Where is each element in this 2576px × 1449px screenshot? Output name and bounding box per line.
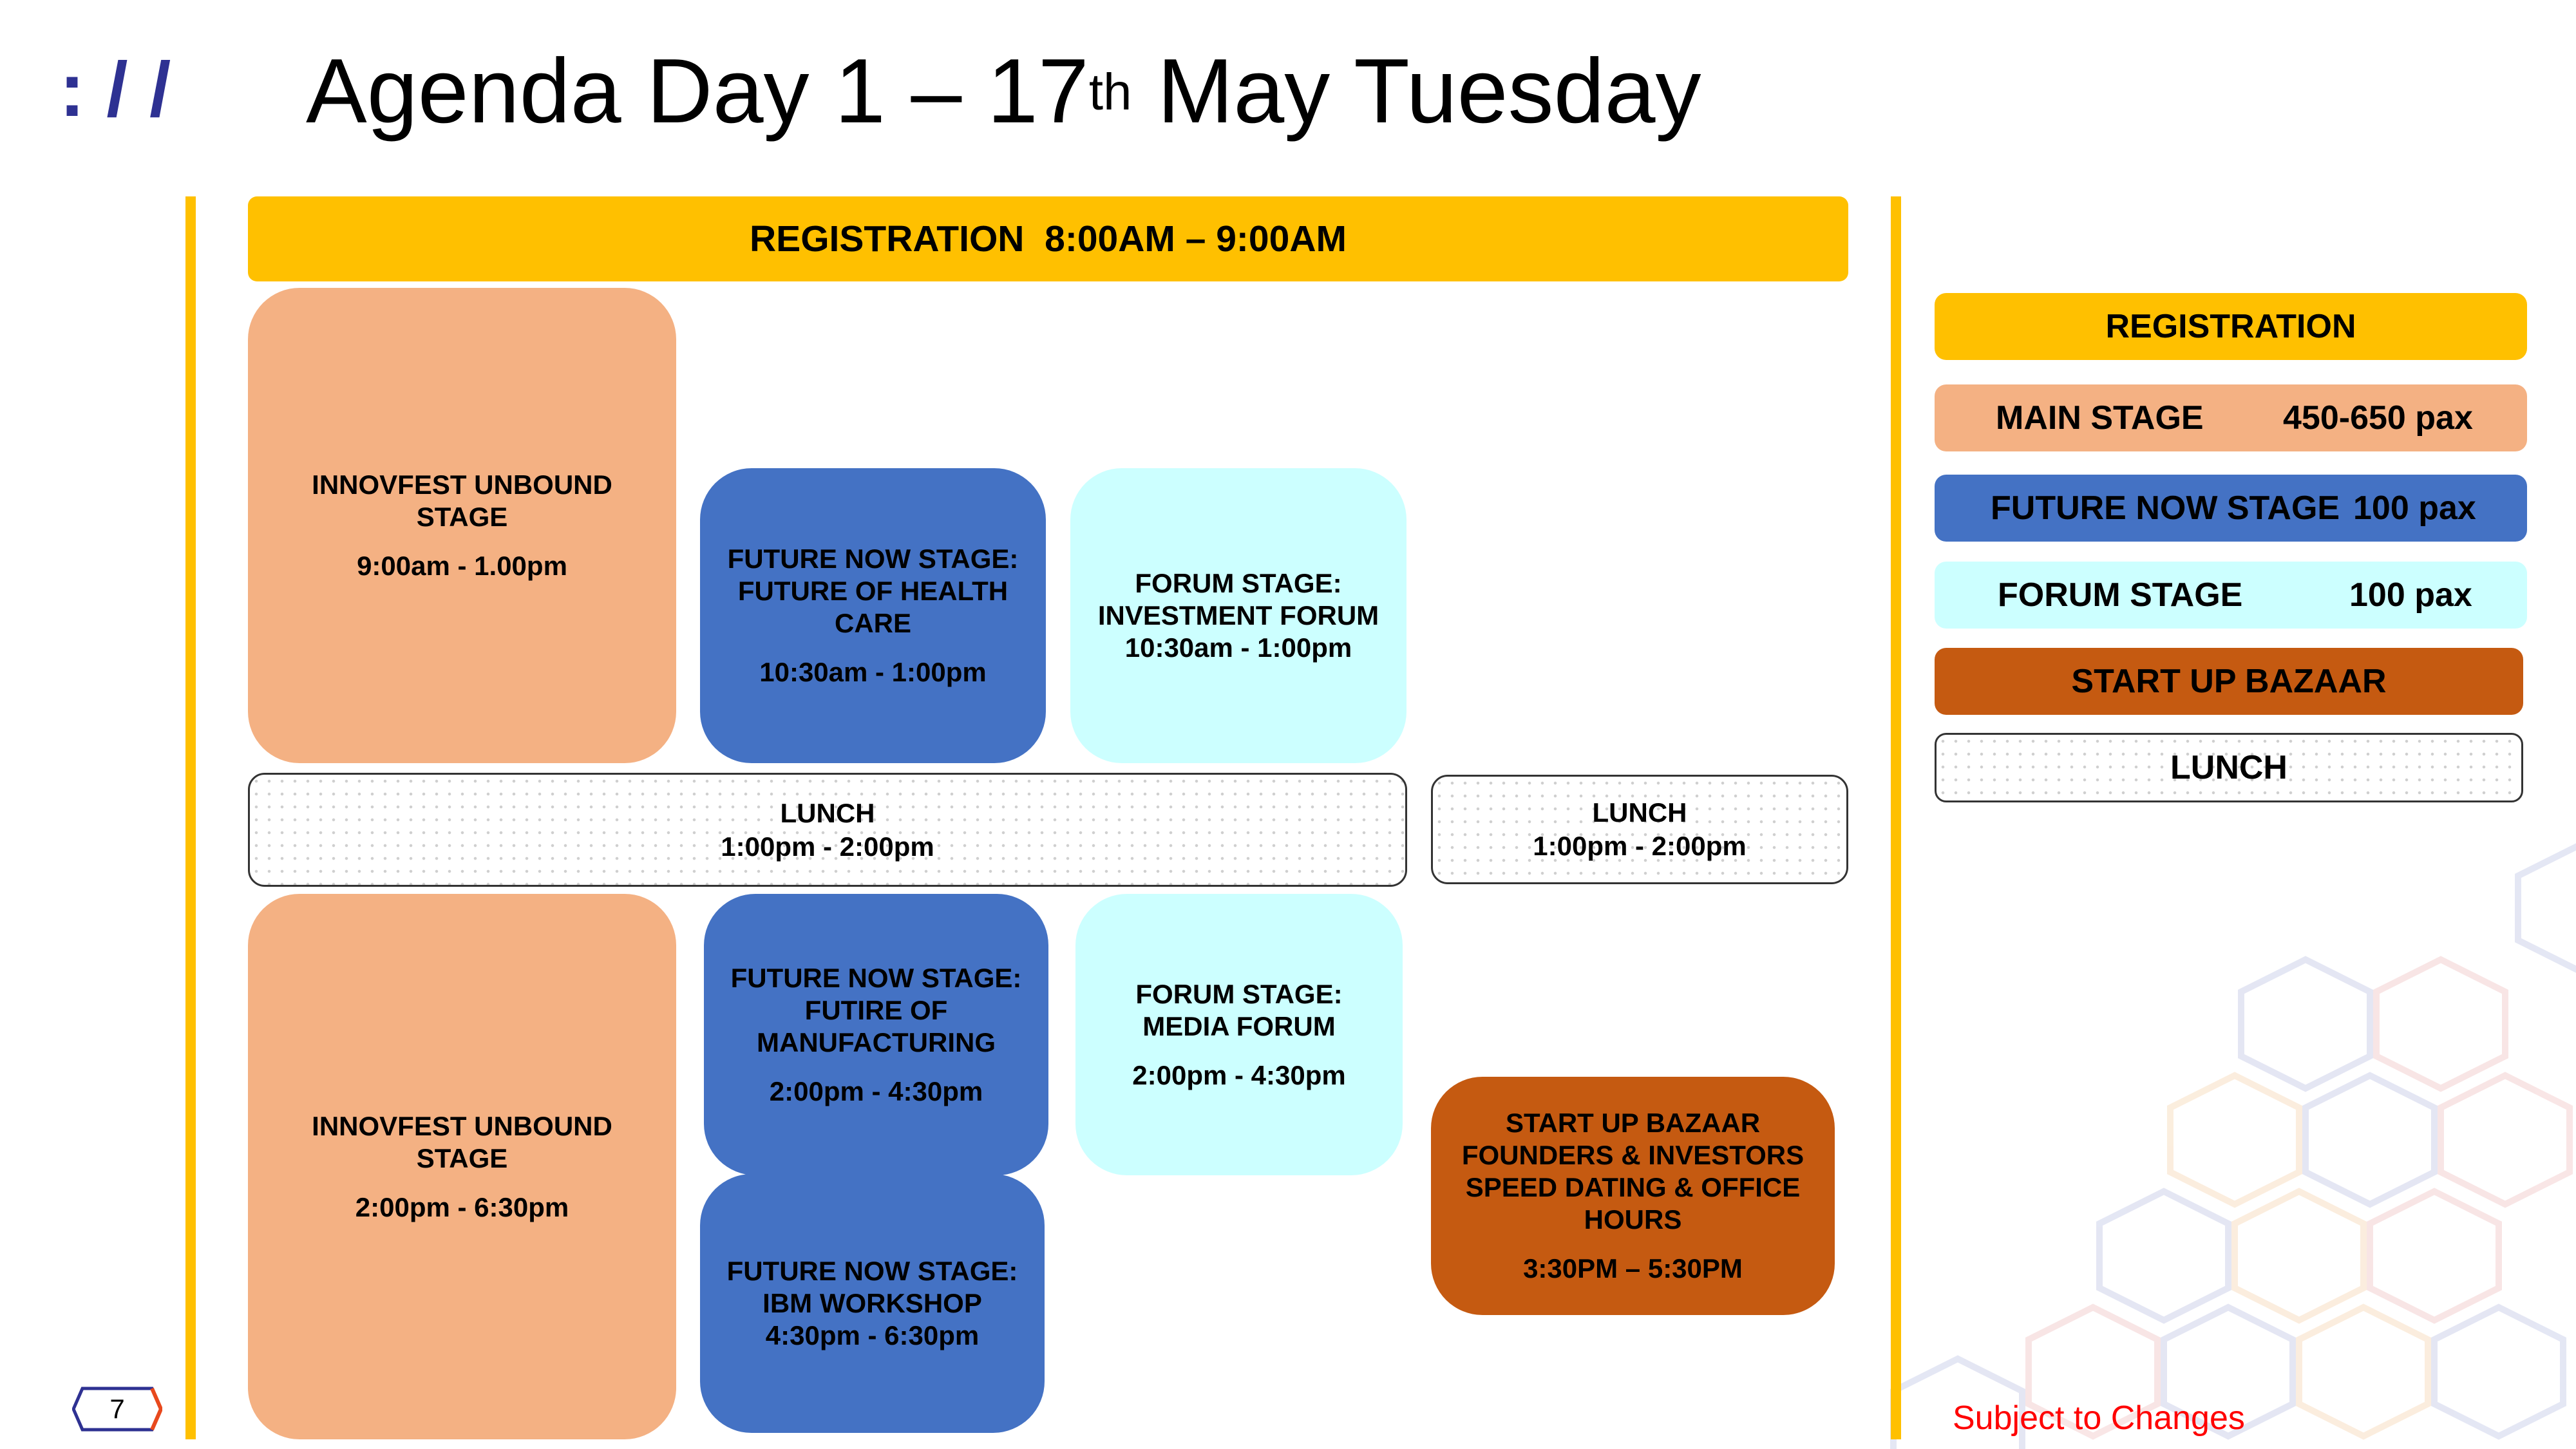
left-divider-line bbox=[185, 196, 196, 1439]
legend-capacity: 450-650 pax bbox=[2283, 399, 2473, 437]
legend-registration: REGISTRATION bbox=[1935, 293, 2527, 360]
lunch-block-left[interactable]: LUNCH 1:00pm - 2:00pm bbox=[248, 773, 1407, 887]
session-time: 10:30am - 1:00pm bbox=[759, 657, 987, 687]
session-main-stage-afternoon[interactable]: INNOVFEST UNBOUND STAGE 2:00pm - 6:30pm bbox=[248, 894, 676, 1439]
session-time: 2:00pm - 6:30pm bbox=[355, 1191, 569, 1222]
registration-banner: REGISTRATION 8:00AM – 9:00AM bbox=[248, 196, 1848, 281]
logo-mark: : / / bbox=[59, 46, 171, 133]
legend-lunch: LUNCH bbox=[1935, 733, 2523, 802]
right-divider-line bbox=[1891, 196, 1901, 1439]
subject-to-changes-note: Subject to Changes bbox=[1953, 1399, 2245, 1437]
session-future-now-health-care[interactable]: FUTURE NOW STAGE: FUTURE OF HEALTH CARE … bbox=[700, 468, 1046, 763]
session-title: FORUM STAGE: INVESTMENT FORUM 10:30am - … bbox=[1097, 568, 1379, 663]
legend-label: REGISTRATION bbox=[2105, 308, 2356, 345]
legend-label: LUNCH bbox=[2170, 749, 2287, 786]
session-time: 3:30PM – 5:30PM bbox=[1523, 1253, 1743, 1283]
session-time: 2:00pm - 4:30pm bbox=[1132, 1059, 1346, 1090]
session-forum-media[interactable]: FORUM STAGE: MEDIA FORUM 2:00pm - 4:30pm bbox=[1075, 894, 1403, 1175]
legend-start-up-bazaar: START UP BAZAAR bbox=[1935, 648, 2523, 715]
session-future-now-ibm-workshop[interactable]: FUTURE NOW STAGE: IBM WORKSHOP 4:30pm - … bbox=[700, 1174, 1045, 1433]
legend-label: MAIN STAGE bbox=[1996, 399, 2204, 437]
legend-main-stage: MAIN STAGE 450-650 pax bbox=[1935, 384, 2527, 451]
title-main: Agenda Day 1 – 17 bbox=[306, 40, 1089, 142]
session-title: START UP BAZAAR FOUNDERS & INVESTORS SPE… bbox=[1461, 1108, 1804, 1235]
lunch-block-right[interactable]: LUNCH 1:00pm - 2:00pm bbox=[1431, 775, 1848, 884]
session-title: INNOVFEST UNBOUND STAGE bbox=[312, 469, 612, 532]
session-title: FUTURE NOW STAGE: FUTURE OF HEALTH CARE bbox=[727, 544, 1019, 638]
lunch-time: 1:00pm - 2:00pm bbox=[721, 831, 934, 862]
legend-forum-stage: FORUM STAGE 100 pax bbox=[1935, 562, 2527, 629]
legend-label: FUTURE NOW STAGE bbox=[1991, 489, 2340, 527]
session-title: FUTURE NOW STAGE: IBM WORKSHOP 4:30pm - … bbox=[726, 1256, 1018, 1350]
session-time: 9:00am - 1.00pm bbox=[357, 551, 567, 581]
session-title: FUTURE NOW STAGE: FUTIRE OF MANUFACTURIN… bbox=[730, 962, 1022, 1057]
session-title: FORUM STAGE: MEDIA FORUM bbox=[1135, 978, 1343, 1041]
title-rest: May Tuesday bbox=[1132, 40, 1701, 142]
legend-capacity: 100 pax bbox=[2353, 489, 2476, 527]
page-number: 7 bbox=[109, 1394, 125, 1424]
session-future-now-manufacturing[interactable]: FUTURE NOW STAGE: FUTIRE OF MANUFACTURIN… bbox=[704, 894, 1048, 1175]
session-forum-investment[interactable]: FORUM STAGE: INVESTMENT FORUM 10:30am - … bbox=[1070, 468, 1406, 763]
session-main-stage-morning[interactable]: INNOVFEST UNBOUND STAGE 9:00am - 1.00pm bbox=[248, 288, 676, 763]
lunch-title: LUNCH bbox=[1592, 797, 1687, 828]
session-time: 2:00pm - 4:30pm bbox=[769, 1075, 983, 1106]
legend-future-now-stage: FUTURE NOW STAGE 100 pax bbox=[1935, 475, 2527, 542]
legend-capacity: 100 pax bbox=[2349, 576, 2472, 614]
lunch-title: LUNCH bbox=[780, 797, 875, 828]
page-title: Agenda Day 1 – 17th May Tuesday bbox=[306, 39, 1701, 144]
session-title: INNOVFEST UNBOUND STAGE bbox=[312, 1110, 612, 1173]
lunch-time: 1:00pm - 2:00pm bbox=[1533, 831, 1747, 861]
title-superscript: th bbox=[1088, 63, 1132, 120]
session-start-up-bazaar[interactable]: START UP BAZAAR FOUNDERS & INVESTORS SPE… bbox=[1431, 1077, 1835, 1315]
legend-label: START UP BAZAAR bbox=[2071, 663, 2387, 700]
legend-label: FORUM STAGE bbox=[1998, 576, 2243, 614]
